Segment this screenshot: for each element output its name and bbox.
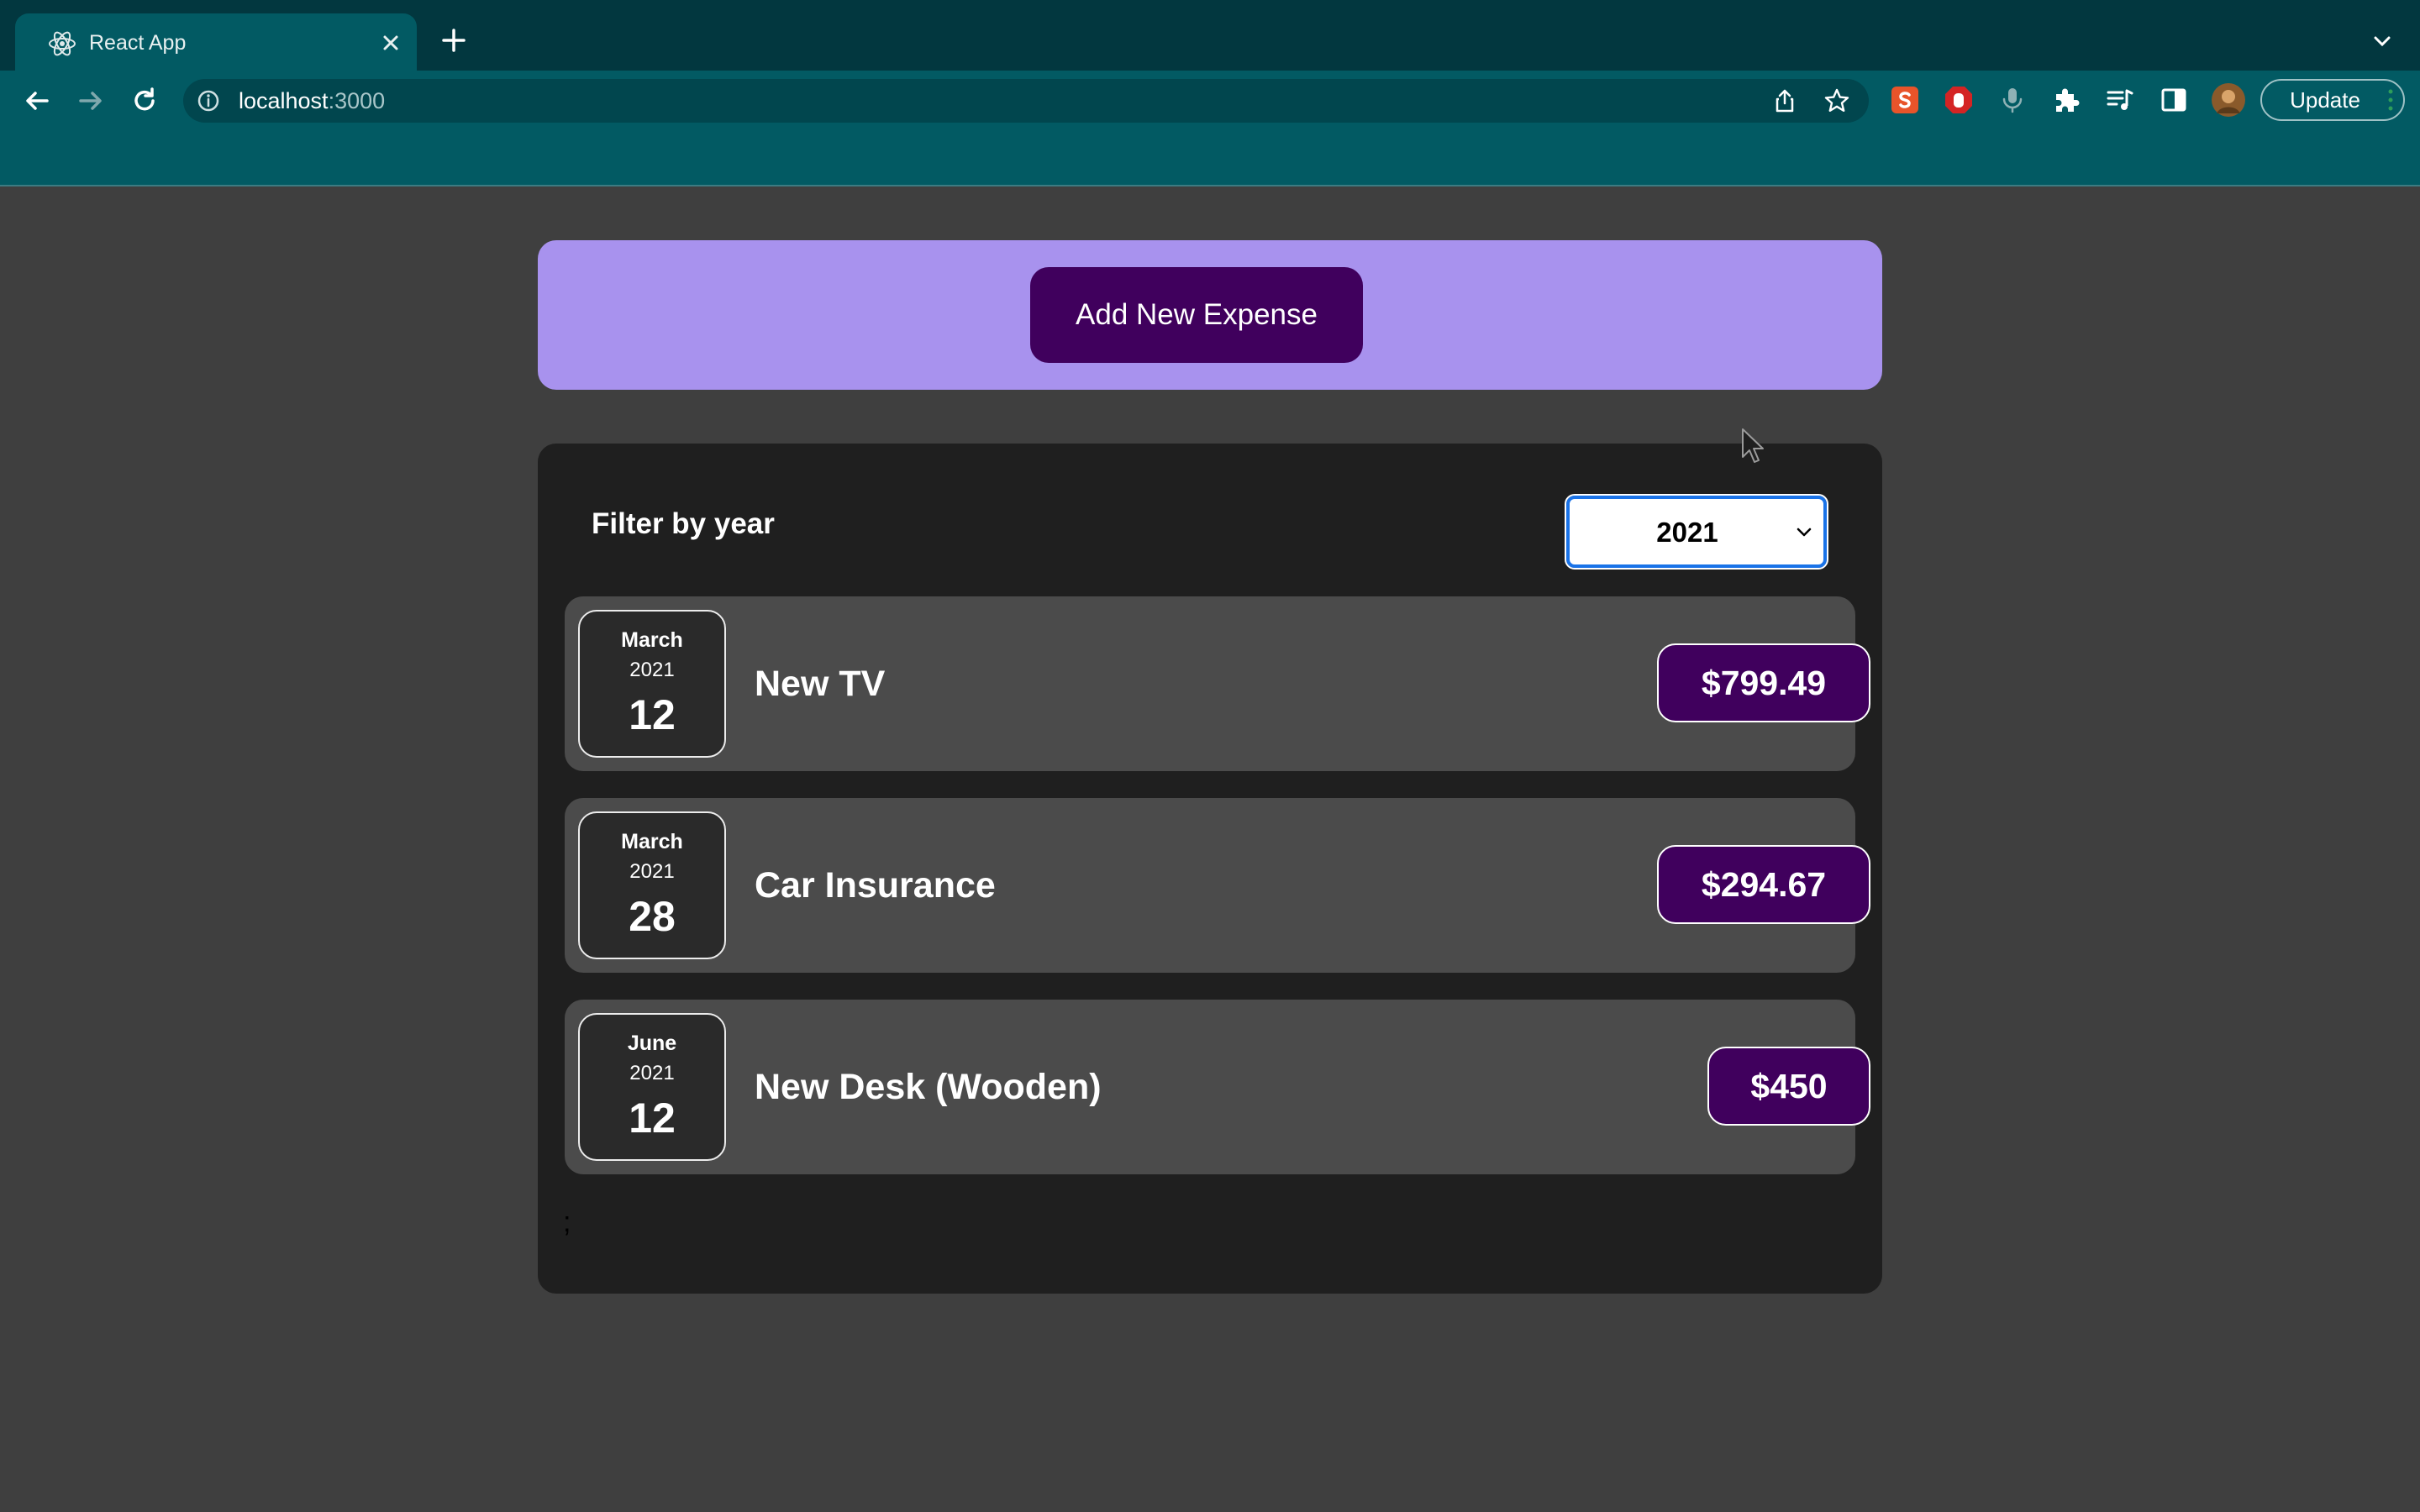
avatar[interactable] bbox=[2212, 83, 2245, 117]
chevron-down-icon bbox=[1797, 528, 1812, 537]
date-year: 2021 bbox=[629, 659, 675, 681]
sidebar-icon[interactable] bbox=[2160, 86, 2188, 114]
chevron-down-icon[interactable] bbox=[2370, 29, 2395, 54]
tab-title: React App bbox=[89, 31, 187, 55]
expense-price: $450 bbox=[1707, 1047, 1870, 1126]
expenses-panel: Filter by year 2021 March 2021 12 New TV… bbox=[538, 428, 1882, 1294]
expense-title: New Desk (Wooden) bbox=[755, 1067, 1102, 1107]
back-arrow-icon[interactable] bbox=[20, 84, 54, 118]
bookmark-bar bbox=[0, 131, 2420, 186]
more-icon[interactable] bbox=[2388, 89, 2393, 111]
playlist-icon[interactable] bbox=[2106, 86, 2134, 114]
stray-semicolon: ; bbox=[563, 1206, 571, 1238]
info-icon[interactable] bbox=[197, 89, 220, 113]
extension-s-icon[interactable] bbox=[1891, 86, 1919, 114]
date-month: March bbox=[621, 628, 683, 652]
date-day: 12 bbox=[629, 691, 676, 738]
date-year: 2021 bbox=[629, 1062, 675, 1084]
extension-hand-icon[interactable] bbox=[1944, 86, 1973, 114]
new-expense-panel: Add New Expense bbox=[538, 240, 1882, 390]
microphone-icon[interactable] bbox=[1998, 86, 2027, 114]
reload-icon[interactable] bbox=[128, 84, 161, 118]
date-month: June bbox=[627, 1032, 677, 1055]
star-icon[interactable] bbox=[1823, 87, 1850, 114]
browser-tab[interactable]: React App bbox=[15, 13, 417, 71]
date-day: 28 bbox=[629, 893, 676, 940]
year-select-value: 2021 bbox=[1656, 517, 1718, 548]
date-year: 2021 bbox=[629, 860, 675, 883]
expense-date: March 2021 28 bbox=[578, 811, 726, 959]
update-label: Update bbox=[2290, 87, 2360, 113]
year-select[interactable]: 2021 bbox=[1565, 494, 1828, 570]
expense-date: June 2021 12 bbox=[578, 1013, 726, 1161]
date-month: March bbox=[621, 830, 683, 853]
forward-arrow-icon[interactable] bbox=[74, 84, 108, 118]
browser-tab-strip: React App bbox=[0, 0, 2420, 71]
filter-label: Filter by year bbox=[592, 507, 775, 540]
expense-item[interactable]: March 2021 12 New TV $799.49 bbox=[565, 596, 1870, 771]
react-favicon bbox=[49, 31, 76, 56]
share-icon[interactable] bbox=[1771, 87, 1798, 114]
expense-title: Car Insurance bbox=[755, 865, 996, 906]
expense-price: $799.49 bbox=[1657, 643, 1870, 722]
update-button[interactable]: Update bbox=[2260, 79, 2405, 121]
expense-title: New TV bbox=[755, 664, 886, 704]
address-bar[interactable]: localhost:3000 bbox=[183, 79, 1869, 123]
close-icon[interactable] bbox=[378, 30, 403, 55]
date-day: 12 bbox=[629, 1095, 676, 1142]
expense-item[interactable]: June 2021 12 New Desk (Wooden) $450 bbox=[565, 1000, 1870, 1174]
mouse-cursor-icon bbox=[1742, 428, 1764, 463]
puzzle-icon[interactable] bbox=[2052, 86, 2081, 114]
add-new-expense-button[interactable]: Add New Expense bbox=[1030, 267, 1363, 363]
expense-date: March 2021 12 bbox=[578, 610, 726, 758]
url-text: localhost:3000 bbox=[239, 88, 386, 113]
plus-icon[interactable] bbox=[439, 25, 469, 55]
expense-price: $294.67 bbox=[1657, 845, 1870, 924]
expense-item[interactable]: March 2021 28 Car Insurance $294.67 bbox=[565, 798, 1870, 973]
